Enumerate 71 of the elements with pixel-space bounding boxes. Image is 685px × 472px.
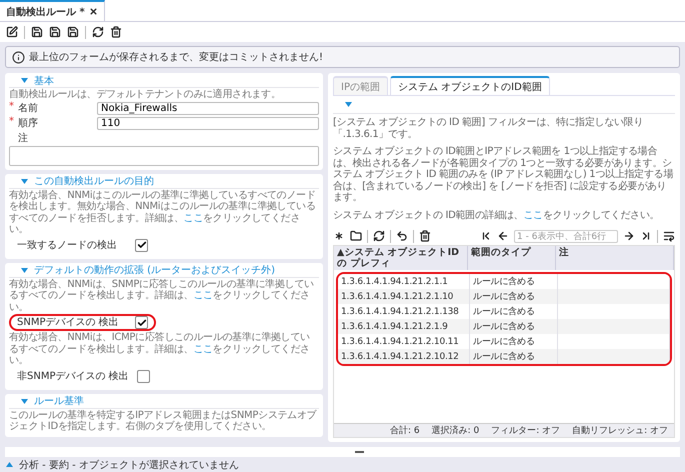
- notice-text: 最上位のフォームが保存されるまで、変更はコミットされません!: [29, 50, 324, 64]
- section-title[interactable]: 基本: [34, 74, 54, 88]
- field-label: 順序: [18, 116, 38, 130]
- footer-text: フィルター: オフ: [491, 425, 560, 437]
- description-text: 有効な場合、NNMiはこのルールの基準に準拠しているすべてのノードを検出します。無効な場合、NNMiはこのルールの基準に準拠しているすべてのノードを拒否します。詳細は、ここ をクリックしてください。: [9, 190, 316, 236]
- save-icon[interactable]: [67, 26, 79, 38]
- close-icon[interactable]: [88, 7, 98, 16]
- note-field[interactable]: [9, 146, 319, 166]
- checkbox[interactable]: [135, 238, 148, 252]
- first-page-icon[interactable]: [480, 230, 492, 242]
- input-field[interactable]: 110: [97, 116, 319, 130]
- last-page-icon[interactable]: [640, 230, 652, 242]
- footer-text: 選択済み: 0: [432, 424, 480, 437]
- description-text: 有効な場合、NNMiは、ICMPに応答しこのルールの基準に準拠しているすべてのノードを検出します。詳細は、ここ をクリックしてください。: [9, 332, 311, 366]
- document-tab[interactable]: 自動検出ルール *: [0, 0, 105, 21]
- column-header[interactable]: ▲システム オブジェクトIDの プレフィ: [334, 246, 468, 270]
- description-text: このルールの基準を特定するIPアドレス範囲またはSNMPシステムオブジェクトIDを指定します。右側のタブを使用してください。: [9, 410, 318, 432]
- asterisk-icon[interactable]: [333, 230, 345, 242]
- table-cell: 1.3.6.1.4.1.94.1.21.2.10.12: [338, 349, 470, 364]
- caret-icon[interactable]: [345, 102, 352, 107]
- caret-icon[interactable]: [21, 178, 28, 184]
- checkbox-label: 一致するノードの検出: [17, 238, 118, 252]
- tab[interactable]: システム オブジェクトのID範囲: [390, 76, 550, 95]
- required-mark: *: [9, 116, 14, 129]
- field-label: 注: [18, 132, 28, 145]
- help-link[interactable]: ここ: [184, 212, 204, 224]
- column-header[interactable]: 範囲のタイプ: [468, 246, 556, 270]
- trash-icon[interactable]: [110, 26, 122, 38]
- previous-icon[interactable]: [497, 230, 509, 242]
- trash-icon[interactable]: [419, 230, 431, 242]
- tab[interactable]: IPの範囲: [333, 76, 388, 95]
- wrap-icon[interactable]: [663, 230, 675, 242]
- caret-icon[interactable]: [21, 268, 28, 272]
- caret-icon[interactable]: [21, 398, 28, 404]
- input-field[interactable]: Nokia_Firewalls: [97, 102, 319, 114]
- checkbox[interactable]: [135, 316, 148, 329]
- footer-text: 自動リフレッシュ: オフ: [572, 424, 668, 437]
- description-text: 有効な場合、NNMiは、SNMPに応答しこのルールの基準に準拠しているすべてのノードを検出します。詳細は、ここ をクリックしてください。: [9, 278, 315, 313]
- collapse-handle-icon[interactable]: [355, 451, 364, 453]
- table-cell: ルールに含める: [470, 349, 558, 364]
- info-text: システム オブジェクトの ID範囲とIPアドレス範囲を 1つ以上指定する場合は、検出される各ノードが各範囲タイプの 1つと一致する必要があります。システム オブジェクト ID 範囲のみを (IP アドレス範囲なし) 1つ以上指定する場合は、[含まれているノードの検出] を [ノードを拒否] に設定する必要があります。: [333, 146, 674, 204]
- section-title[interactable]: この自動検出ルールの目的: [34, 174, 154, 188]
- footer-text: 合計: 6: [390, 424, 420, 437]
- edit-icon[interactable]: [6, 26, 18, 38]
- help-link[interactable]: ここ: [523, 210, 543, 220]
- description-text: 自動検出ルールは、デフォルトテナントのみに適用されます。: [9, 89, 282, 100]
- required-mark: *: [9, 101, 14, 114]
- info-text: システム オブジェクトの ID範囲の詳細は、ここ をクリックしてください。: [333, 210, 660, 221]
- checkbox[interactable]: [136, 370, 150, 382]
- caret-icon[interactable]: [6, 462, 13, 467]
- refresh-icon[interactable]: [92, 26, 104, 38]
- info-icon: [12, 50, 25, 64]
- status-text: 分析 - 要約 - オブジェクトが選択されていません: [19, 458, 239, 472]
- folder-icon[interactable]: [350, 230, 362, 242]
- save-icon[interactable]: [31, 26, 43, 38]
- refresh-icon[interactable]: [373, 230, 385, 242]
- undo-icon[interactable]: [396, 230, 408, 242]
- column-header[interactable]: 注: [556, 246, 674, 270]
- checkbox-label: SNMPデバイスの 検出: [17, 316, 120, 329]
- help-link[interactable]: ここ: [193, 290, 213, 301]
- pager-field[interactable]: 1 - 6表示中、合計6行: [514, 230, 618, 242]
- field-label: 名前: [18, 102, 38, 115]
- section-title[interactable]: ルール基準: [34, 394, 84, 408]
- status-bar[interactable]: 分析 - 要約 - オブジェクトが選択されていません: [0, 457, 685, 472]
- checkbox-label: 非SNMPデバイスの 検出: [17, 370, 129, 382]
- info-text: [システム オブジェクトの ID 範囲] フィルターは、特に指定しない限り「.1.3.6.1」です。: [333, 117, 644, 140]
- section-title[interactable]: デフォルトの動作の拡張 (ルーターおよびスイッチ外): [34, 263, 275, 277]
- help-link[interactable]: ここ: [193, 344, 213, 354]
- next-icon[interactable]: [623, 230, 635, 242]
- save-icon[interactable]: [49, 26, 61, 38]
- caret-icon[interactable]: [21, 78, 28, 83]
